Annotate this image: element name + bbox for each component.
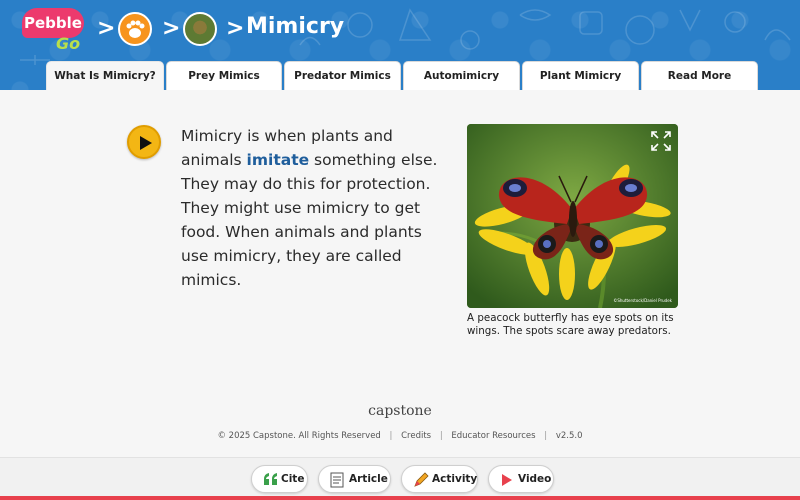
video-play-icon (502, 474, 512, 486)
article-label: Article (349, 473, 388, 485)
bottom-accent-line (0, 496, 800, 500)
expand-icon[interactable] (650, 130, 672, 152)
read-aloud-button[interactable] (127, 125, 161, 159)
tab-bar: What Is Mimicry? Prey Mimics Predator Mi… (46, 61, 760, 90)
pencil-icon (414, 472, 429, 487)
bottom-action-bar (0, 457, 800, 500)
article-line: Mimicry is when plants and (181, 127, 393, 145)
photo-credit: ©Shutterstock/Daniel Prudek (613, 298, 672, 303)
breadcrumb-animals[interactable] (118, 12, 152, 46)
logo-go-text: Go (56, 34, 81, 53)
video-label: Video (518, 473, 552, 485)
tab-read-more[interactable]: Read More (641, 61, 758, 90)
vocab-word-imitate[interactable]: imitate (247, 151, 310, 169)
article-icon (330, 472, 344, 488)
article-line: use mimicry, they are called mimics. (181, 247, 402, 289)
copyright-text: © 2025 Capstone. All Rights Reserved (217, 431, 381, 441)
breadcrumb-separator: > (97, 16, 116, 41)
tab-predator-mimics[interactable]: Predator Mimics (284, 61, 401, 90)
activity-label: Activity (432, 473, 478, 485)
breadcrumb-separator: > (162, 16, 181, 41)
page-title: Mimicry (246, 14, 345, 39)
video-button[interactable]: Video (488, 465, 554, 493)
footer-divider: | (544, 431, 548, 441)
article-line: food. When animals and plants (181, 223, 422, 241)
header-bar: Pebble Go > > > Mimicry What Is Mimicry?… (0, 0, 800, 90)
footer-links: © 2025 Capstone. All Rights Reserved | C… (0, 431, 800, 441)
article-line: They may do this for protection. (181, 175, 431, 193)
credits-link[interactable]: Credits (401, 431, 431, 441)
footer-divider: | (389, 431, 393, 441)
butterfly-photo[interactable]: ©Shutterstock/Daniel Prudek (467, 124, 678, 308)
article-button[interactable]: Article (318, 465, 391, 493)
photo-caption: A peacock butterfly has eye spots on its… (467, 312, 674, 337)
tab-automimicry[interactable]: Automimicry (403, 61, 520, 90)
educator-resources-link[interactable]: Educator Resources (451, 431, 535, 441)
article-text-fragment: something else. (309, 151, 438, 169)
breadcrumb-separator: > (226, 16, 245, 41)
article-text: Mimicry is when plants and animals imita… (181, 124, 451, 292)
tab-what-is-mimicry[interactable]: What Is Mimicry? (46, 61, 164, 90)
quote-icon (264, 473, 277, 485)
paw-icon (126, 20, 145, 38)
play-icon (140, 136, 152, 150)
article-line: They might use mimicry to get (181, 199, 421, 217)
pebblego-logo[interactable]: Pebble Go (22, 8, 88, 53)
activity-button[interactable]: Activity (401, 465, 478, 493)
article-text-fragment: animals (181, 151, 247, 169)
cite-label: Cite (281, 473, 305, 485)
article-line: animals imitate something else. (181, 148, 451, 172)
capstone-brand: capstone (368, 403, 432, 419)
version-text: v2.5.0 (555, 431, 583, 441)
footer-divider: | (439, 431, 443, 441)
tab-plant-mimicry[interactable]: Plant Mimicry (522, 61, 639, 90)
breadcrumb-topic-image[interactable] (183, 12, 217, 46)
cite-button[interactable]: Cite (251, 465, 308, 493)
tab-prey-mimics[interactable]: Prey Mimics (166, 61, 282, 90)
peacock-butterfly-image (467, 124, 678, 308)
